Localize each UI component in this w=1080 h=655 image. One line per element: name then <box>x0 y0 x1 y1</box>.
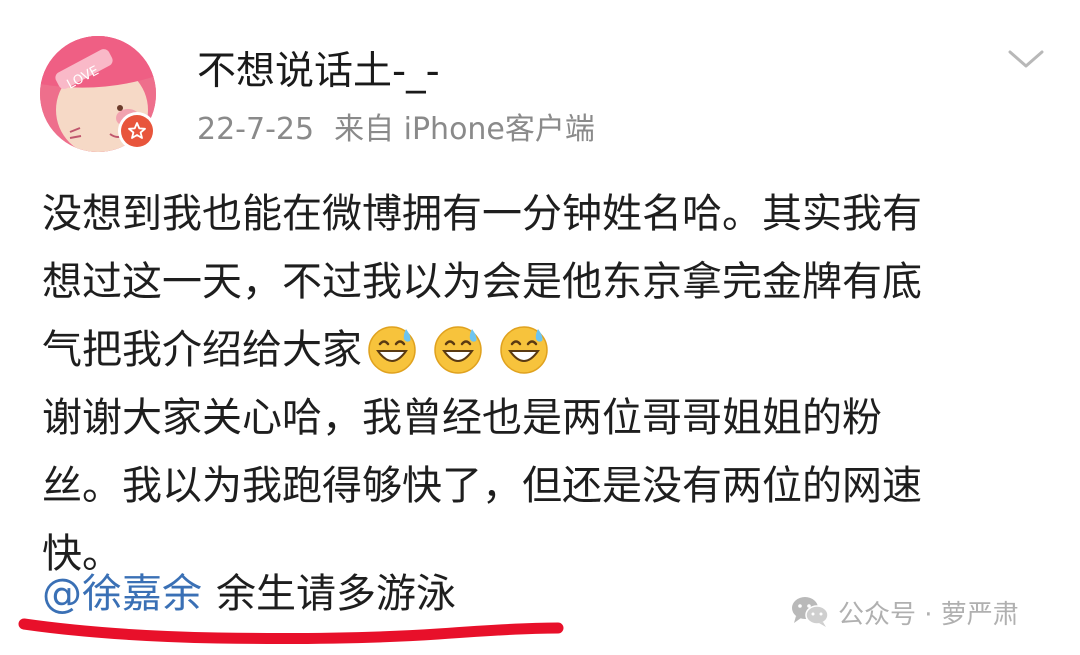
post-text: 没想到我也能在微博拥有一分钟姓名哈。其实我有 想过这一天，不过我以为会是他东京拿… <box>42 180 1052 588</box>
post-line: 想过这一天，不过我以为会是他东京拿完金牌有底 <box>42 259 922 305</box>
grinning-sweat-emoji <box>500 326 548 374</box>
post-source: 来自 iPhone客户端 <box>334 112 595 147</box>
chevron-down-icon[interactable] <box>1004 44 1048 74</box>
post-line: 气把我介绍给大家 <box>42 327 362 373</box>
wechat-icon <box>792 597 829 627</box>
verified-badge <box>118 112 156 150</box>
watermark: 公众号 · 萝严肃 <box>790 592 1019 632</box>
grinning-sweat-emoji <box>368 326 416 374</box>
red-underline-annotation <box>18 618 564 644</box>
grinning-sweat-emoji <box>434 326 482 374</box>
weibo-post-screenshot: LOVE 不想说话土-_- 22-7-25 来自 iPhone客户端 没想到我也能… <box>0 0 1080 655</box>
verified-star-icon <box>121 115 153 147</box>
post-line: 没想到我也能在微博拥有一分钟姓名哈。其实我有 <box>42 191 922 237</box>
post-meta: 22-7-25 来自 iPhone客户端 <box>197 108 595 152</box>
watermark-text: 公众号 · 萝严肃 <box>838 599 1019 630</box>
post-line: 谢谢大家关心哈，我曾经也是两位哥哥姐姐的粉 <box>42 395 882 441</box>
author-name[interactable]: 不想说话土-_- <box>197 46 440 98</box>
post-line: 丝。我以为我跑得够快了，但还是没有两位的网速 <box>42 463 922 509</box>
post-date: 22-7-25 <box>197 112 315 147</box>
post-line-with-emojis: 气把我介绍给大家 <box>42 316 1052 384</box>
emoji-group <box>366 323 550 375</box>
